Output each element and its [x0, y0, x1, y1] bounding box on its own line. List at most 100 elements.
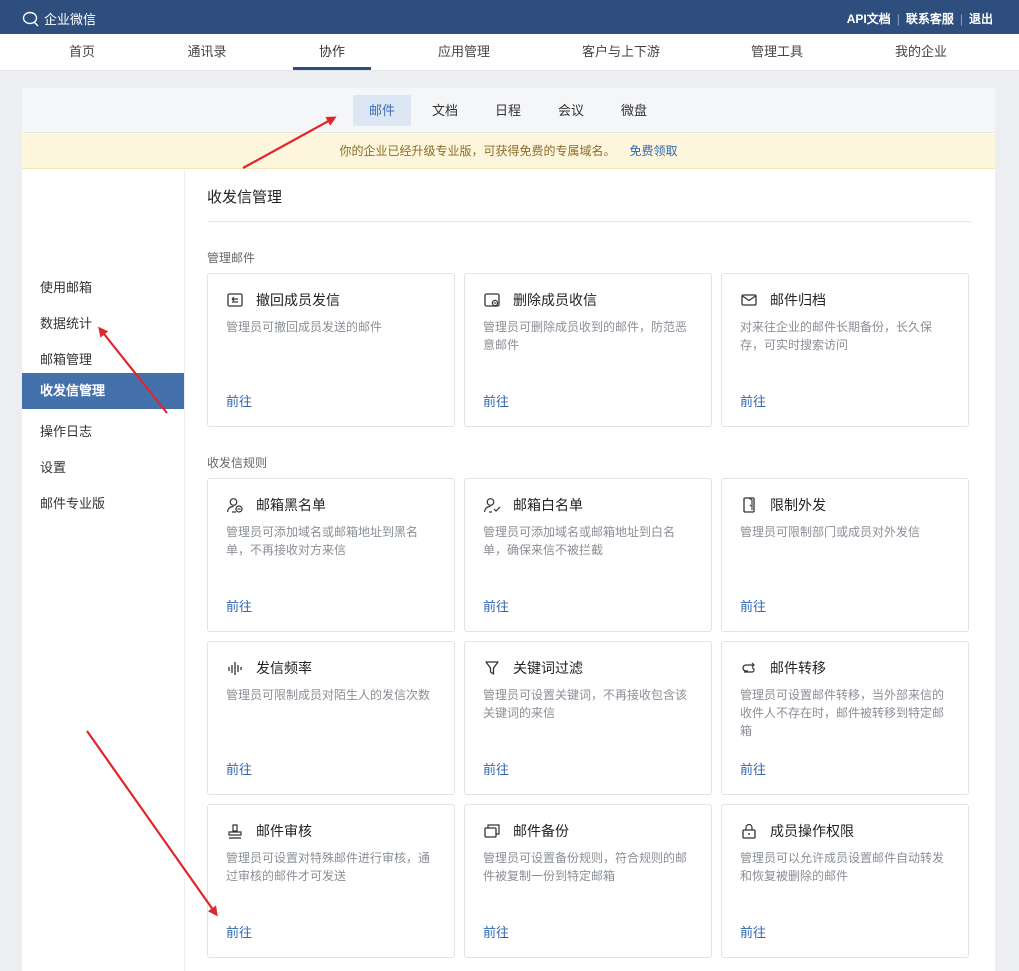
section-label: 收发信规则	[207, 456, 268, 470]
upgrade-notice: 你的企业已经升级专业版，可获得免费的专属域名。 免费领取	[22, 134, 995, 169]
divider	[207, 221, 971, 222]
feature-card-mail-backup[interactable]: 邮件备份 管理员可设置备份规则，符合规则的邮件被复制一份到特定邮箱 前往	[464, 804, 712, 958]
card-title: 邮件转移	[770, 660, 826, 676]
card-title: 邮箱白名单	[513, 497, 583, 513]
go-link[interactable]: 前往	[483, 596, 509, 615]
go-link[interactable]: 前往	[226, 596, 252, 615]
restrict-send-icon	[743, 497, 755, 513]
card-title: 关键词过滤	[513, 660, 583, 676]
sub-nav: 邮件 文档 日程 会议 微盘	[22, 88, 995, 133]
nav-collaboration[interactable]: 协作	[293, 34, 371, 70]
go-link[interactable]: 前往	[740, 759, 766, 778]
card-desc: 管理员可限制成员对陌生人的发信次数	[226, 688, 431, 702]
tab-mail[interactable]: 邮件	[353, 95, 411, 126]
feature-card-keyword-filter[interactable]: 关键词过滤 管理员可设置关键词，不再接收包含该关键词的来信 前往	[464, 641, 712, 795]
feature-card-frequency[interactable]: 发信频率 管理员可限制成员对陌生人的发信次数 前往	[207, 641, 455, 795]
archive-mail-icon	[741, 294, 757, 306]
card-title: 限制外发	[770, 497, 826, 513]
tab-docs[interactable]: 文档	[416, 95, 474, 126]
nav-customers[interactable]: 客户与上下游	[571, 34, 671, 71]
feature-card-archive[interactable]: 邮件归档 对来往企业的邮件长期备份，长久保存，可实时搜索访问 前往	[721, 273, 969, 427]
main-card: 邮件 文档 日程 会议 微盘 你的企业已经升级专业版，可获得免费的专属域名。 免费…	[22, 88, 995, 971]
main-nav: 首页 通讯录 协作 应用管理 客户与上下游 管理工具 我的企业	[0, 34, 1019, 71]
nav-home[interactable]: 首页	[52, 34, 112, 71]
top-bar: 企业微信 API文档 | 联系客服 | 退出	[0, 0, 1019, 34]
nav-management-tools[interactable]: 管理工具	[745, 34, 809, 71]
feature-card-recall[interactable]: 撤回成员发信 管理员可撤回成员发送的邮件 前往	[207, 273, 455, 427]
tab-drive[interactable]: 微盘	[605, 95, 663, 126]
sidebar-item-statistics[interactable]: 数据统计	[22, 306, 184, 342]
nav-my-enterprise[interactable]: 我的企业	[889, 34, 953, 71]
card-title: 成员操作权限	[770, 823, 854, 839]
api-docs-link[interactable]: API文档	[847, 10, 891, 27]
contact-support-link[interactable]: 联系客服	[906, 10, 954, 27]
card-desc: 管理员可设置备份规则，符合规则的邮件被复制一份到特定邮箱	[483, 851, 688, 883]
section-label: 管理邮件	[207, 251, 256, 265]
card-desc: 管理员可删除成员收到的邮件，防范恶意邮件	[483, 320, 688, 352]
blacklist-user-icon	[226, 498, 243, 513]
card-desc: 对来往企业的邮件长期备份，长久保存，可实时搜索访问	[740, 320, 933, 352]
feature-card-mail-transfer[interactable]: 邮件转移 管理员可设置邮件转移，当外部来信的收件人不存在时，邮件被转移到特定邮箱…	[721, 641, 969, 795]
card-desc: 管理员可设置邮件转移，当外部来信的收件人不存在时，邮件被转移到特定邮箱	[740, 688, 945, 738]
whitelist-user-icon	[483, 498, 501, 513]
lock-icon	[742, 823, 756, 839]
tab-meeting[interactable]: 会议	[542, 95, 600, 126]
backup-icon	[484, 824, 500, 838]
go-link[interactable]: 前往	[740, 391, 766, 410]
card-desc: 管理员可限制部门或成员对外发信	[740, 525, 921, 539]
go-link[interactable]: 前往	[740, 596, 766, 615]
sidebar: 使用邮箱 数据统计 邮箱管理 收发信管理 操作日志 设置 邮件专业版	[22, 170, 185, 971]
feature-card-mail-review[interactable]: 邮件审核 管理员可设置对特殊邮件进行审核，通过审核的邮件才可发送 前往	[207, 804, 455, 958]
sidebar-item-settings[interactable]: 设置	[22, 450, 184, 486]
app-logo[interactable]: 企业微信	[22, 9, 96, 28]
go-link[interactable]: 前往	[483, 391, 509, 410]
logout-link[interactable]: 退出	[969, 10, 993, 27]
card-desc: 管理员可添加域名或邮箱地址到黑名单，不再接收对方来信	[226, 525, 419, 557]
feature-card-whitelist[interactable]: 邮箱白名单 管理员可添加域名或邮箱地址到白名单，确保来信不被拦截 前往	[464, 478, 712, 632]
sidebar-item-mail-pro[interactable]: 邮件专业版	[22, 486, 184, 522]
recall-icon	[227, 293, 243, 307]
divider: |	[959, 11, 963, 26]
feature-card-restrict-send[interactable]: 限制外发 管理员可限制部门或成员对外发信 前往	[721, 478, 969, 632]
feature-card-blacklist[interactable]: 邮箱黑名单 管理员可添加域名或邮箱地址到黑名单，不再接收对方来信 前往	[207, 478, 455, 632]
go-link[interactable]: 前往	[226, 391, 252, 410]
go-link[interactable]: 前往	[483, 759, 509, 778]
card-title: 撤回成员发信	[256, 292, 340, 308]
notice-text: 你的企业已经升级专业版，可获得免费的专属域名。	[339, 144, 616, 158]
go-link[interactable]: 前往	[226, 759, 252, 778]
page-title: 收发信管理	[207, 189, 283, 206]
feature-card-delete-received[interactable]: 删除成员收信 管理员可删除成员收到的邮件，防范恶意邮件 前往	[464, 273, 712, 427]
go-link[interactable]: 前往	[740, 922, 766, 941]
card-desc: 管理员可撤回成员发送的邮件	[226, 320, 383, 334]
frequency-icon	[228, 662, 242, 675]
sidebar-item-use-mail[interactable]: 使用邮箱	[22, 270, 184, 306]
app-name: 企业微信	[44, 12, 97, 27]
card-title: 邮件审核	[256, 823, 312, 839]
card-desc: 管理员可添加域名或邮箱地址到白名单，确保来信不被拦截	[483, 525, 676, 557]
feature-card-member-permissions[interactable]: 成员操作权限 管理员可以允许成员设置邮件自动转发和恢复被删除的邮件 前往	[721, 804, 969, 958]
go-link[interactable]: 前往	[483, 922, 509, 941]
transfer-icon	[742, 662, 755, 673]
wecom-logo-icon	[22, 11, 39, 26]
card-desc: 管理员可设置关键词，不再接收包含该关键词的来信	[483, 688, 688, 720]
divider: |	[896, 11, 900, 26]
card-desc: 管理员可以允许成员设置邮件自动转发和恢复被删除的邮件	[740, 851, 945, 883]
nav-app-management[interactable]: 应用管理	[432, 34, 496, 71]
delete-mail-icon	[484, 293, 500, 307]
top-links: API文档 | 联系客服 | 退出	[847, 10, 993, 27]
card-title: 邮箱黑名单	[256, 497, 326, 513]
sidebar-item-operation-log[interactable]: 操作日志	[22, 414, 184, 450]
go-link[interactable]: 前往	[226, 922, 252, 941]
nav-contacts[interactable]: 通讯录	[177, 34, 237, 71]
sidebar-item-send-receive-management[interactable]: 收发信管理	[22, 373, 184, 409]
tab-schedule[interactable]: 日程	[479, 95, 537, 126]
card-title: 发信频率	[256, 660, 312, 676]
filter-icon	[485, 661, 499, 675]
claim-free-link[interactable]: 免费领取	[630, 144, 678, 158]
card-title: 邮件归档	[770, 292, 826, 308]
content-area: 收发信管理 管理邮件 撤回成员发信 管理员可撤回成员发送的邮件 前往 删除成员收…	[185, 170, 995, 971]
stamp-icon	[228, 824, 242, 839]
card-title: 删除成员收信	[513, 292, 597, 308]
card-desc: 管理员可设置对特殊邮件进行审核，通过审核的邮件才可发送	[226, 851, 431, 883]
card-title: 邮件备份	[513, 823, 569, 839]
